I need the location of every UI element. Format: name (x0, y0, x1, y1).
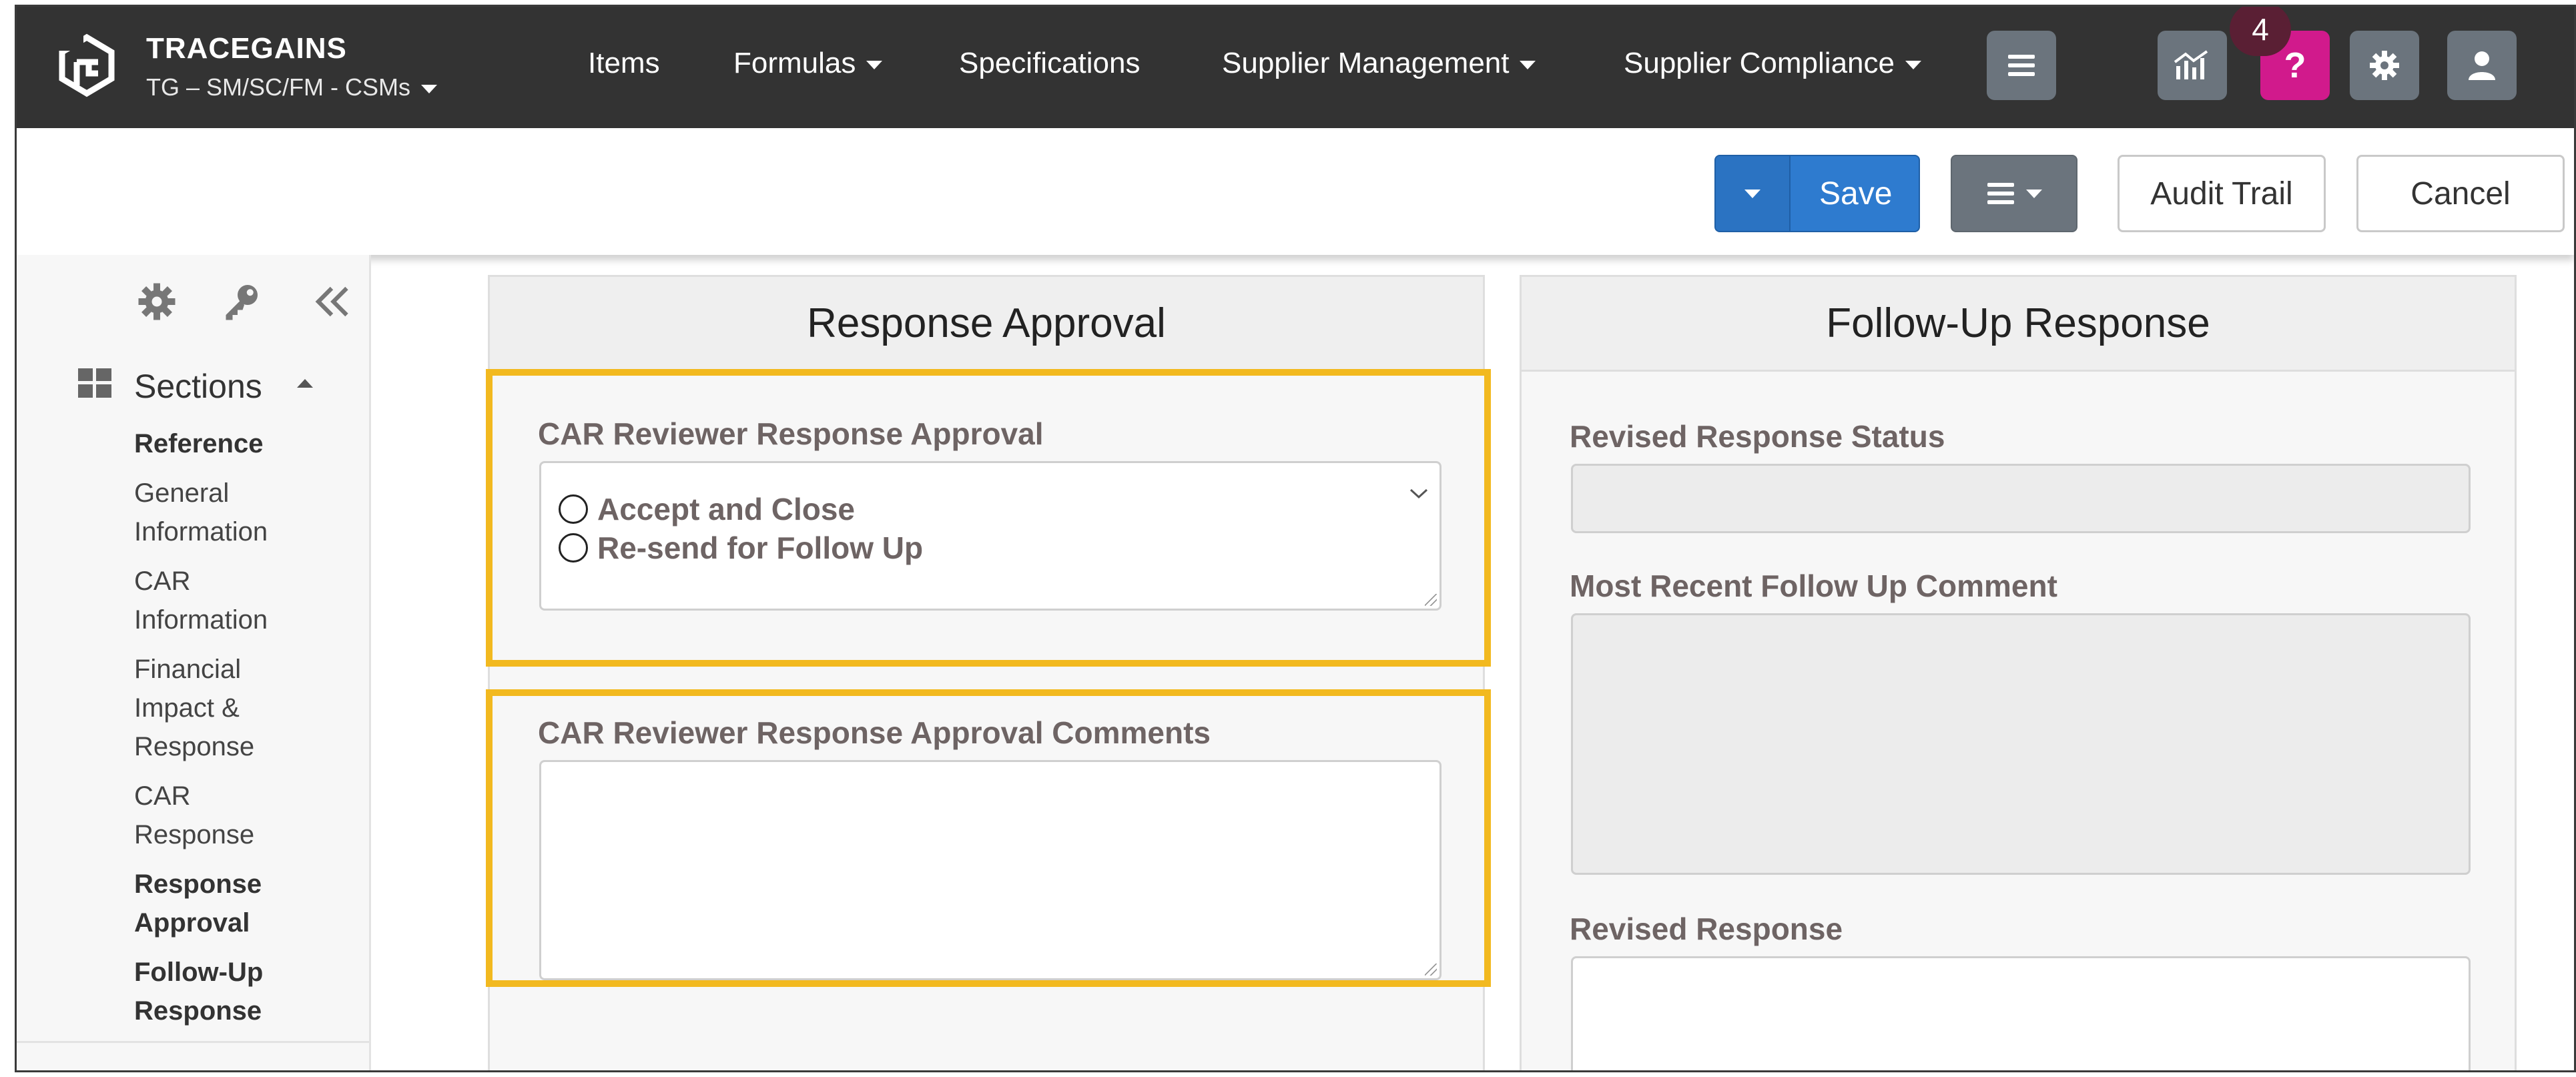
save-options-toggle[interactable] (1716, 156, 1791, 231)
recent-comment-label: Most Recent Follow Up Comment (1570, 569, 2057, 603)
chevron-down-icon (421, 84, 437, 93)
user-icon (2469, 51, 2495, 80)
analytics-icon (2174, 50, 2208, 79)
tracegains-logo-icon[interactable] (57, 32, 117, 99)
key-icon[interactable] (221, 282, 261, 322)
response-approval-panel: Response Approval CAR Reviewer Response … (486, 275, 1491, 1070)
sidebar-item-response-approval[interactable]: Response Approval (134, 865, 301, 942)
collapse-sidebar-icon[interactable] (312, 282, 352, 322)
gear-icon (2370, 51, 2399, 80)
sidebar-item-financial-impact-response[interactable]: Financial Impact & Response (134, 650, 301, 766)
chevron-down-icon[interactable] (1409, 487, 1429, 500)
nav-supplier-compliance[interactable]: Supplier Compliance (1624, 47, 1921, 80)
option-accept-and-close[interactable]: Accept and Close (559, 491, 855, 527)
sidebar-item-car-response[interactable]: CAR Response (134, 777, 301, 854)
nav-supplier-management[interactable]: Supplier Management (1222, 47, 1536, 80)
help-icon: ? (2284, 47, 2306, 84)
sidebar-item-general-information[interactable]: General Information (134, 474, 301, 551)
chevron-down-icon (1520, 60, 1536, 69)
top-navbar: TRACEGAINS TG – SM/SC/FM - CSMs Items Fo… (17, 7, 2574, 128)
radio-accept-and-close[interactable] (559, 494, 588, 524)
nav-formulas[interactable]: Formulas (733, 47, 883, 80)
nav-specifications-label: Specifications (959, 47, 1141, 79)
comments-textarea[interactable] (539, 760, 1441, 980)
revised-response-field[interactable] (1571, 956, 2471, 1070)
radio-resend-follow-up[interactable] (559, 533, 588, 563)
sidebar-item-car-information[interactable]: CAR Information (134, 562, 301, 639)
approval-label: CAR Reviewer Response Approval (538, 416, 1044, 451)
nav-supplier-compliance-label: Supplier Compliance (1624, 47, 1895, 79)
approval-options-box[interactable]: Accept and Close Re-send for Follow Up (539, 461, 1441, 611)
response-approval-title: Response Approval (490, 277, 1483, 372)
resize-handle[interactable] (1425, 594, 1437, 606)
recent-comment-field (1571, 613, 2471, 875)
chevron-down-icon (1905, 60, 1921, 69)
chevron-down-icon (2026, 189, 2042, 198)
revised-status-label: Revised Response Status (1570, 419, 1945, 454)
analytics-button[interactable] (2158, 31, 2227, 100)
save-button[interactable]: Save (1714, 155, 1920, 232)
nav-formulas-label: Formulas (733, 47, 856, 79)
grid-icon (78, 368, 111, 398)
sections-sidebar: Sections Reference General Information C… (17, 255, 371, 1070)
hamburger-icon (2008, 55, 2035, 76)
revised-response-label: Revised Response (1570, 912, 1843, 946)
context-selector[interactable]: TG – SM/SC/FM - CSMs (146, 73, 437, 101)
follow-up-response-panel: Follow-Up Response Revised Response Stat… (1520, 275, 2517, 1070)
cancel-button[interactable]: Cancel (2356, 155, 2565, 232)
svg-text:?: ? (2284, 47, 2306, 84)
gear-icon[interactable] (137, 282, 177, 322)
save-label: Save (1819, 175, 1893, 212)
chevron-down-icon (866, 60, 883, 69)
nav-supplier-management-label: Supplier Management (1222, 47, 1510, 79)
sidebar-item-follow-up-response[interactable]: Follow-Up Response (134, 953, 301, 1030)
revised-status-field (1571, 464, 2471, 533)
option-accept-and-close-label: Accept and Close (597, 492, 855, 526)
actions-menu-button[interactable] (1951, 155, 2077, 232)
user-menu-button[interactable] (2447, 31, 2517, 100)
comments-label: CAR Reviewer Response Approval Comments (538, 715, 1211, 750)
nav-items[interactable]: Items (588, 47, 660, 80)
sidebar-divider (17, 1041, 369, 1043)
context-label: TG – SM/SC/FM - CSMs (146, 73, 410, 101)
nav-items-label: Items (588, 47, 660, 79)
chevron-up-icon[interactable] (297, 379, 313, 388)
option-resend-follow-up-label: Re-send for Follow Up (597, 530, 924, 565)
brand-name[interactable]: TRACEGAINS (146, 32, 347, 65)
audit-trail-button[interactable]: Audit Trail (2118, 155, 2326, 232)
action-bar: Save Audit Trail Cancel (17, 128, 2574, 255)
nav-specifications[interactable]: Specifications (959, 47, 1140, 80)
chevron-down-icon (1744, 189, 1760, 198)
comments-field-highlight: CAR Reviewer Response Approval Comments (486, 689, 1491, 987)
sidebar-item-reference[interactable]: Reference (134, 424, 334, 463)
settings-button[interactable] (2350, 31, 2419, 100)
app-window: TRACEGAINS TG – SM/SC/FM - CSMs Items Fo… (15, 5, 2576, 1072)
more-menu-button[interactable] (1987, 31, 2056, 100)
option-resend-follow-up[interactable]: Re-send for Follow Up (559, 530, 923, 566)
notification-badge[interactable]: 4 (2230, 7, 2291, 56)
approval-field-highlight: CAR Reviewer Response Approval Accept an… (486, 369, 1491, 667)
follow-up-response-title: Follow-Up Response (1522, 277, 2515, 372)
sections-toggle[interactable]: Sections (134, 367, 262, 406)
resize-handle[interactable] (1425, 964, 1437, 976)
hamburger-icon (1987, 183, 2014, 204)
